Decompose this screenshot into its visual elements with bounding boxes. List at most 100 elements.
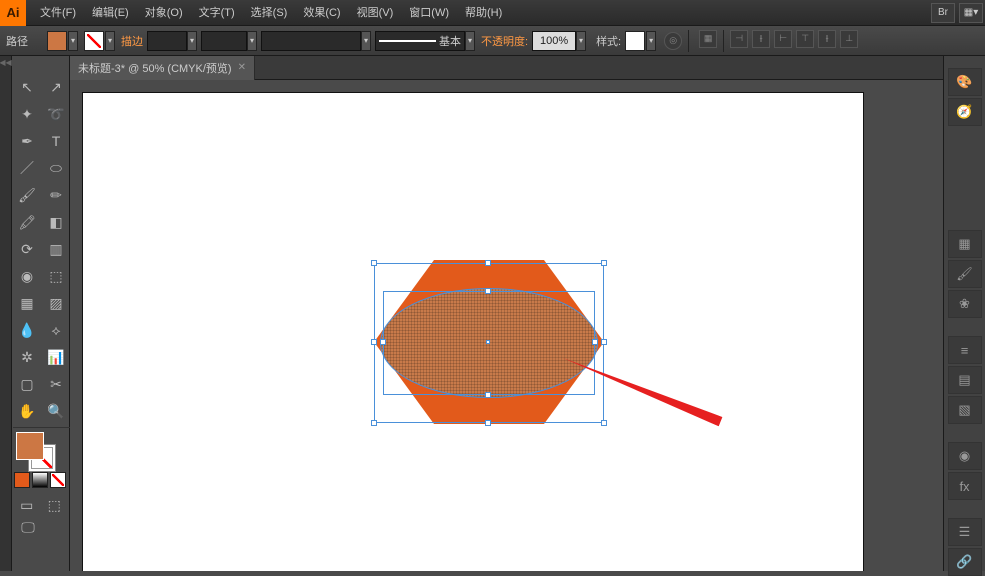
control-bar: 路径 ▾ ▾ 描边 ▾ ▾ ▾ 基本 ▾ 不透明度: 100% ▾ 样式: ▾ … (0, 26, 985, 56)
menu-type[interactable]: 文字(T) (191, 0, 243, 26)
recolor-button[interactable]: ◎ (664, 32, 682, 50)
appearance-panel-icon[interactable]: ◉ (948, 442, 982, 470)
document-tab[interactable]: 未标题-3* @ 50% (CMYK/预览) ✕ (70, 56, 255, 80)
separator (723, 30, 724, 52)
direct-selection-tool[interactable]: ↗ (42, 74, 70, 100)
none-mode[interactable] (50, 472, 66, 488)
ellipse-shape-selected[interactable] (380, 288, 598, 398)
varwidth-dd[interactable]: ▾ (247, 31, 257, 51)
color-guide-panel-icon[interactable]: 🧭 (948, 98, 982, 126)
align-top[interactable]: ⊤ (796, 30, 814, 48)
change-screen[interactable]: 🖵 (14, 518, 42, 536)
swatches-panel-icon[interactable]: ▦ (948, 230, 982, 258)
align-group: ▦ ⊣ ⫲ ⊢ ⊤ ⫲ ⊥ (699, 30, 858, 52)
lasso-tool[interactable]: ➰ (42, 101, 70, 127)
align-to-button[interactable]: ▦ (699, 30, 717, 48)
stroke-swatch[interactable] (84, 31, 104, 51)
blend-tool[interactable]: ⟡ (42, 317, 70, 343)
panel-flyout[interactable]: ◀◀ (0, 56, 12, 571)
type-tool[interactable]: T (42, 128, 70, 154)
selection-type-label: 路径 (6, 33, 28, 49)
pen-tool[interactable]: ✒ (13, 128, 41, 154)
screen-mode[interactable]: ⬚ (42, 496, 68, 514)
opacity-label: 不透明度: (481, 33, 528, 49)
color-panel-icon[interactable]: 🎨 (948, 68, 982, 96)
stroke-width-dd[interactable]: ▾ (187, 31, 197, 51)
opacity-input[interactable]: 100% (532, 31, 576, 51)
opacity-dd[interactable]: ▾ (576, 31, 586, 51)
layers-panel-icon[interactable]: ☰ (948, 518, 982, 546)
artboard[interactable] (83, 93, 863, 571)
stroke-label: 描边 (121, 33, 143, 49)
selection-tool[interactable]: ↖ (13, 74, 41, 100)
menu-object[interactable]: 对象(O) (137, 0, 191, 26)
stroke-style-dd[interactable]: ▾ (465, 31, 475, 51)
line-tool[interactable]: ／ (13, 155, 41, 181)
gradient-tool[interactable]: ▨ (42, 290, 70, 316)
align-left[interactable]: ⊣ (730, 30, 748, 48)
symbols-panel-icon[interactable]: ❀ (948, 290, 982, 318)
draw-mode[interactable]: ▭ (14, 496, 40, 514)
stroke-width-input[interactable] (147, 31, 187, 51)
menu-edit[interactable]: 编辑(E) (84, 0, 137, 26)
eraser-tool[interactable]: ◧ (42, 209, 70, 235)
brush-definition[interactable] (261, 31, 361, 51)
slice-tool[interactable]: ✂ (42, 371, 70, 397)
brushes-panel-icon[interactable]: 🖌 (948, 260, 982, 288)
color-mode[interactable] (14, 472, 30, 488)
menu-help[interactable]: 帮助(H) (457, 0, 510, 26)
mesh-tool[interactable]: ▦ (13, 290, 41, 316)
menu-window[interactable]: 窗口(W) (401, 0, 457, 26)
blob-brush-tool[interactable]: 🖍 (13, 209, 41, 235)
bridge-button[interactable]: Br (931, 3, 955, 23)
ellipse-tool[interactable]: ⬭ (42, 155, 70, 181)
graphic-styles-panel-icon[interactable]: fx (948, 472, 982, 500)
shape-builder-tool[interactable]: ◉ (13, 263, 41, 289)
color-picker[interactable] (12, 430, 69, 470)
zoom-tool[interactable]: 🔍 (42, 398, 70, 424)
fill-swatch[interactable] (47, 31, 67, 51)
canvas-viewport[interactable] (70, 80, 943, 571)
color-mode-row (12, 470, 69, 490)
stroke-style-preset[interactable]: 基本 (375, 31, 465, 51)
style-swatch[interactable] (625, 31, 645, 51)
rotate-tool[interactable]: ⟳ (13, 236, 41, 262)
fill-color-box[interactable] (16, 432, 44, 460)
align-vcenter[interactable]: ⫲ (818, 30, 836, 48)
gradient-mode[interactable] (32, 472, 48, 488)
eyedropper-tool[interactable]: 💧 (13, 317, 41, 343)
menu-effect[interactable]: 效果(C) (295, 0, 348, 26)
menu-view[interactable]: 视图(V) (349, 0, 402, 26)
menu-file[interactable]: 文件(F) (32, 0, 84, 26)
graph-tool[interactable]: 📊 (42, 344, 70, 370)
hand-tool[interactable]: ✋ (13, 398, 41, 424)
width-tool[interactable]: ▥ (42, 236, 70, 262)
artboard-tool[interactable]: ▢ (13, 371, 41, 397)
app-logo: Ai (0, 0, 26, 26)
brush-preset-label: 基本 (439, 33, 461, 49)
align-hcenter[interactable]: ⫲ (752, 30, 770, 48)
stroke-dropdown[interactable]: ▾ (105, 31, 115, 51)
stroke-preview-icon (379, 40, 436, 42)
menu-select[interactable]: 选择(S) (243, 0, 296, 26)
pencil-tool[interactable]: ✏ (42, 182, 70, 208)
separator (688, 30, 689, 52)
arrange-docs-button[interactable]: ▦▾ (959, 3, 983, 23)
symbol-sprayer-tool[interactable]: ✲ (13, 344, 41, 370)
stroke-panel-icon[interactable]: ≡ (948, 336, 982, 364)
align-right[interactable]: ⊢ (774, 30, 792, 48)
magic-wand-tool[interactable]: ✦ (13, 101, 41, 127)
fill-dropdown[interactable]: ▾ (68, 31, 78, 51)
perspective-tool[interactable]: ⬚ (42, 263, 70, 289)
style-dd[interactable]: ▾ (646, 31, 656, 51)
right-panel-dock: 🎨 🧭 ▦ 🖌 ❀ ≡ ▤ ▧ ◉ fx ☰ 🔗 (943, 56, 985, 571)
toolbox: ↖ ↗ ✦ ➰ ✒ T ／ ⬭ 🖌 ✏ 🖍 ◧ ⟳ ▥ ◉ ⬚ ▦ ▨ 💧 ⟡ … (12, 56, 70, 571)
gradient-panel-icon[interactable]: ▤ (948, 366, 982, 394)
links-panel-icon[interactable]: 🔗 (948, 548, 982, 576)
close-icon[interactable]: ✕ (238, 62, 246, 73)
align-bottom[interactable]: ⊥ (840, 30, 858, 48)
brush-dd[interactable]: ▾ (361, 31, 371, 51)
brush-tool[interactable]: 🖌 (13, 182, 41, 208)
varwidth-profile[interactable] (201, 31, 247, 51)
transparency-panel-icon[interactable]: ▧ (948, 396, 982, 424)
